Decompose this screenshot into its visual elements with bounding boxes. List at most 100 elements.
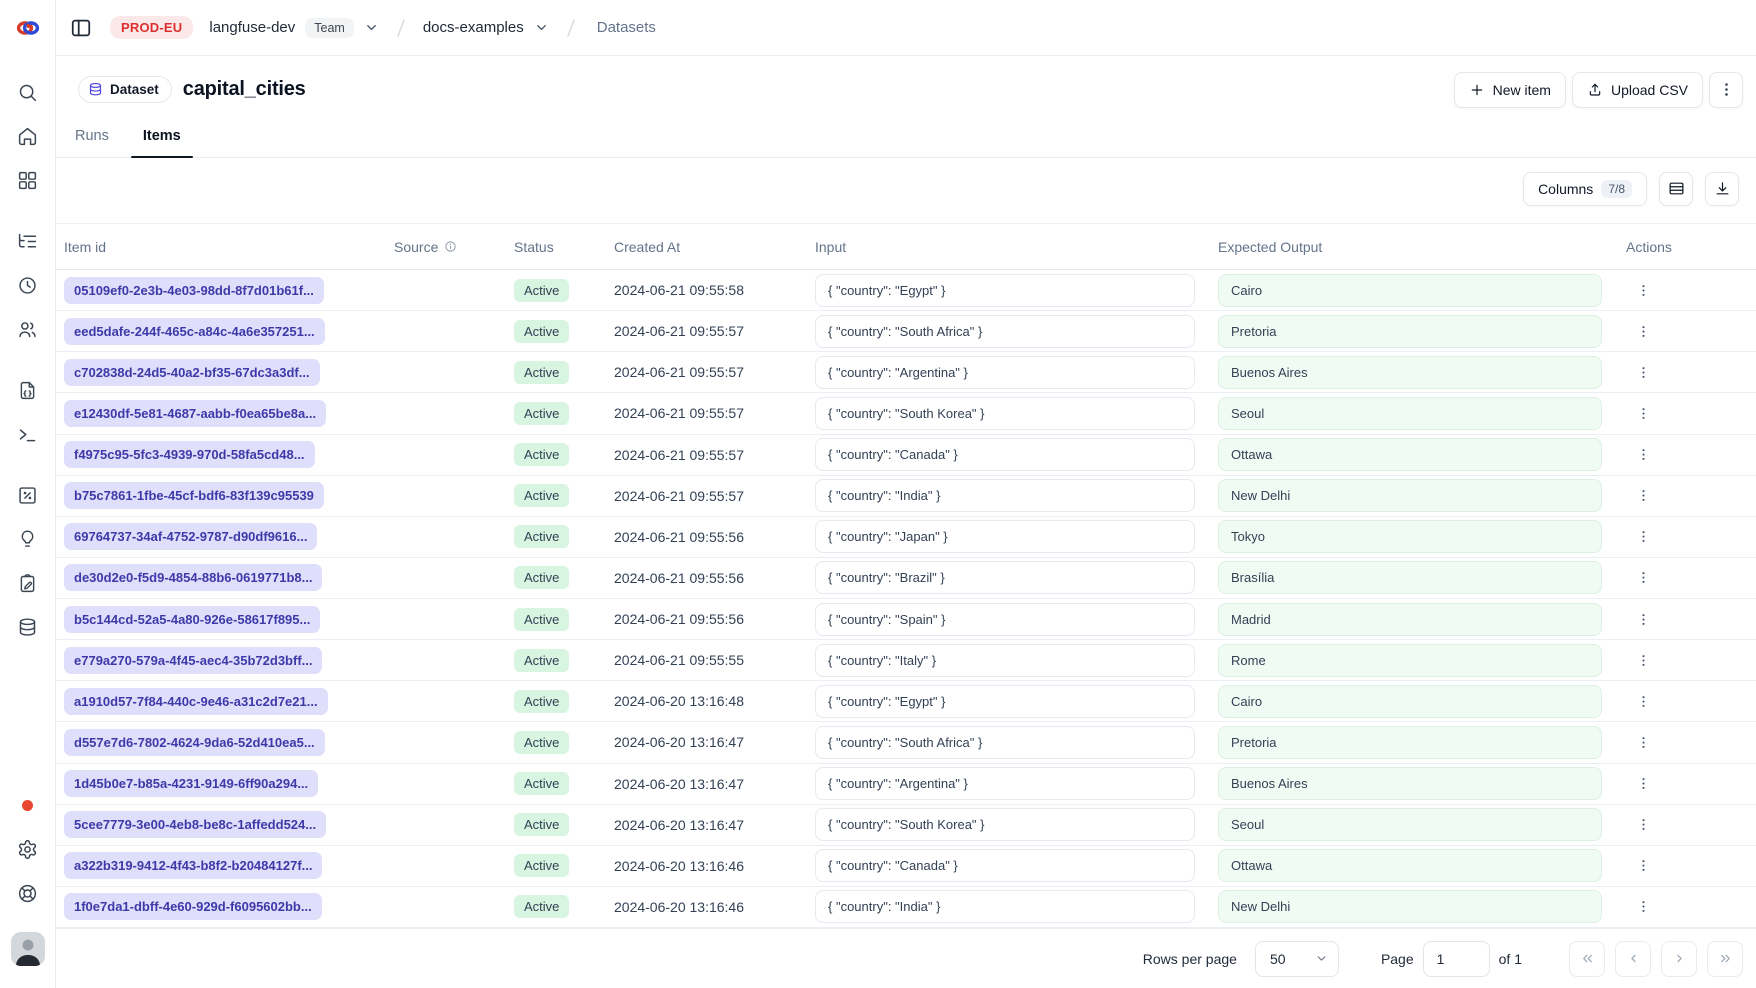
item-id-link[interactable]: f4975c95-5fc3-4939-970d-58fa5cd48... [64, 441, 315, 468]
expected-output-cell[interactable]: Ottawa [1218, 849, 1602, 882]
input-cell[interactable]: { "country": "Italy" } [815, 644, 1195, 677]
expected-output-cell[interactable]: Madrid [1218, 603, 1602, 636]
row-actions-button[interactable] [1628, 525, 1659, 548]
input-cell[interactable]: { "country": "South Africa" } [815, 315, 1195, 348]
row-actions-button[interactable] [1628, 608, 1659, 631]
sidebar-toggle-icon[interactable] [70, 17, 92, 39]
input-cell[interactable]: { "country": "Argentina" } [815, 767, 1195, 800]
input-cell[interactable]: { "country": "India" } [815, 890, 1195, 923]
expected-output-cell[interactable]: Brasília [1218, 561, 1602, 594]
input-cell[interactable]: { "country": "Canada" } [815, 438, 1195, 471]
search-icon[interactable] [17, 81, 38, 103]
users-icon[interactable] [17, 318, 38, 340]
support-lifebuoy-icon[interactable] [17, 882, 38, 904]
tab-runs[interactable]: Runs [63, 115, 121, 157]
item-id-link[interactable]: e779a270-579a-4f45-aec4-35b72d3bff... [64, 647, 322, 674]
col-header-item-id[interactable]: Item id [64, 239, 394, 255]
item-id-link[interactable]: c702838d-24d5-40a2-bf35-67dc3a3df... [64, 359, 320, 386]
input-cell[interactable]: { "country": "Canada" } [815, 849, 1195, 882]
input-cell[interactable]: { "country": "Egypt" } [815, 685, 1195, 718]
item-id-link[interactable]: de30d2e0-f5d9-4854-88b6-0619771b8... [64, 564, 322, 591]
home-icon[interactable] [17, 125, 38, 147]
last-page-button[interactable] [1707, 941, 1743, 977]
breadcrumb-organization[interactable]: langfuse-dev [209, 19, 295, 36]
row-height-button[interactable] [1659, 172, 1693, 206]
row-actions-button[interactable] [1628, 772, 1659, 795]
item-id-link[interactable]: 1f0e7da1-dbff-4e60-929d-f6095602bb... [64, 893, 322, 920]
input-cell[interactable]: { "country": "South Korea" } [815, 808, 1195, 841]
lightbulb-icon[interactable] [17, 528, 38, 550]
input-cell[interactable]: { "country": "Argentina" } [815, 356, 1195, 389]
item-id-link[interactable]: a1910d57-7f84-440c-9e46-a31c2d7e21... [64, 688, 328, 715]
expected-output-cell[interactable]: New Delhi [1218, 890, 1602, 923]
row-actions-button[interactable] [1628, 854, 1659, 877]
col-header-created-at[interactable]: Created At [614, 239, 809, 255]
header-more-actions-button[interactable] [1709, 72, 1743, 108]
org-chevron-down-icon[interactable] [364, 20, 379, 35]
traces-icon[interactable] [17, 230, 38, 252]
col-header-status[interactable]: Status [514, 239, 614, 255]
row-actions-button[interactable] [1628, 649, 1659, 672]
playground-terminal-icon[interactable] [17, 423, 38, 445]
expected-output-cell[interactable]: Seoul [1218, 397, 1602, 430]
breadcrumb-section[interactable]: Datasets [597, 19, 656, 36]
item-id-link[interactable]: d557e7d6-7802-4624-9da6-52d410ea5... [64, 729, 325, 756]
item-id-link[interactable]: 69764737-34af-4752-9787-d90df9616... [64, 523, 317, 550]
sessions-clock-icon[interactable] [17, 274, 38, 296]
user-avatar[interactable] [11, 932, 45, 966]
row-actions-button[interactable] [1628, 566, 1659, 589]
item-id-link[interactable]: 5cee7779-3e00-4eb8-be8c-1affedd524... [64, 811, 326, 838]
input-cell[interactable]: { "country": "South Korea" } [815, 397, 1195, 430]
project-chevron-down-icon[interactable] [534, 20, 549, 35]
row-actions-button[interactable] [1628, 813, 1659, 836]
col-header-expected-output[interactable]: Expected Output [1209, 239, 1614, 255]
next-page-button[interactable] [1661, 941, 1697, 977]
expected-output-cell[interactable]: Cairo [1218, 685, 1602, 718]
rows-per-page-select[interactable]: 50 [1255, 941, 1339, 977]
annotation-clipboard-icon[interactable] [17, 572, 38, 594]
row-actions-button[interactable] [1628, 690, 1659, 713]
expected-output-cell[interactable]: Pretoria [1218, 315, 1602, 348]
row-actions-button[interactable] [1628, 402, 1659, 425]
expected-output-cell[interactable]: Buenos Aires [1218, 356, 1602, 389]
row-actions-button[interactable] [1628, 279, 1659, 302]
input-cell[interactable]: { "country": "Egypt" } [815, 274, 1195, 307]
expected-output-cell[interactable]: Cairo [1218, 274, 1602, 307]
breadcrumb-project[interactable]: docs-examples [423, 19, 524, 36]
prompts-icon[interactable] [17, 379, 38, 401]
row-actions-button[interactable] [1628, 320, 1659, 343]
item-id-link[interactable]: b75c7861-1fbe-45cf-bdf6-83f139c95539 [64, 482, 324, 509]
expected-output-cell[interactable]: Pretoria [1218, 726, 1602, 759]
expected-output-cell[interactable]: Tokyo [1218, 520, 1602, 553]
row-actions-button[interactable] [1628, 731, 1659, 754]
expected-output-cell[interactable]: Buenos Aires [1218, 767, 1602, 800]
new-item-button[interactable]: New item [1454, 72, 1566, 108]
settings-gear-icon[interactable] [17, 838, 38, 860]
input-cell[interactable]: { "country": "South Africa" } [815, 726, 1195, 759]
input-cell[interactable]: { "country": "Japan" } [815, 520, 1195, 553]
tab-items[interactable]: Items [131, 115, 193, 157]
upload-csv-button[interactable]: Upload CSV [1572, 72, 1703, 108]
input-cell[interactable]: { "country": "Spain" } [815, 603, 1195, 636]
expected-output-cell[interactable]: New Delhi [1218, 479, 1602, 512]
item-id-link[interactable]: eed5dafe-244f-465c-a84c-4a6e357251... [64, 318, 325, 345]
previous-page-button[interactable] [1615, 941, 1651, 977]
input-cell[interactable]: { "country": "India" } [815, 479, 1195, 512]
item-id-link[interactable]: 1d45b0e7-b85a-4231-9149-6ff90a294... [64, 770, 318, 797]
datasets-database-icon[interactable] [17, 616, 38, 638]
evaluators-percent-icon[interactable] [17, 484, 38, 506]
item-id-link[interactable]: b5c144cd-52a5-4a80-926e-58617f895... [64, 606, 320, 633]
col-header-input[interactable]: Input [809, 239, 1209, 255]
row-actions-button[interactable] [1628, 895, 1659, 918]
item-id-link[interactable]: e12430df-5e81-4687-aabb-f0ea65be8a... [64, 400, 326, 427]
input-cell[interactable]: { "country": "Brazil" } [815, 561, 1195, 594]
row-actions-button[interactable] [1628, 361, 1659, 384]
col-header-source[interactable]: Source [394, 239, 514, 255]
expected-output-cell[interactable]: Seoul [1218, 808, 1602, 841]
first-page-button[interactable] [1569, 941, 1605, 977]
export-button[interactable] [1705, 172, 1739, 206]
columns-button[interactable]: Columns 7/8 [1523, 172, 1647, 206]
row-actions-button[interactable] [1628, 443, 1659, 466]
expected-output-cell[interactable]: Rome [1218, 644, 1602, 677]
page-number-input[interactable] [1423, 941, 1490, 977]
